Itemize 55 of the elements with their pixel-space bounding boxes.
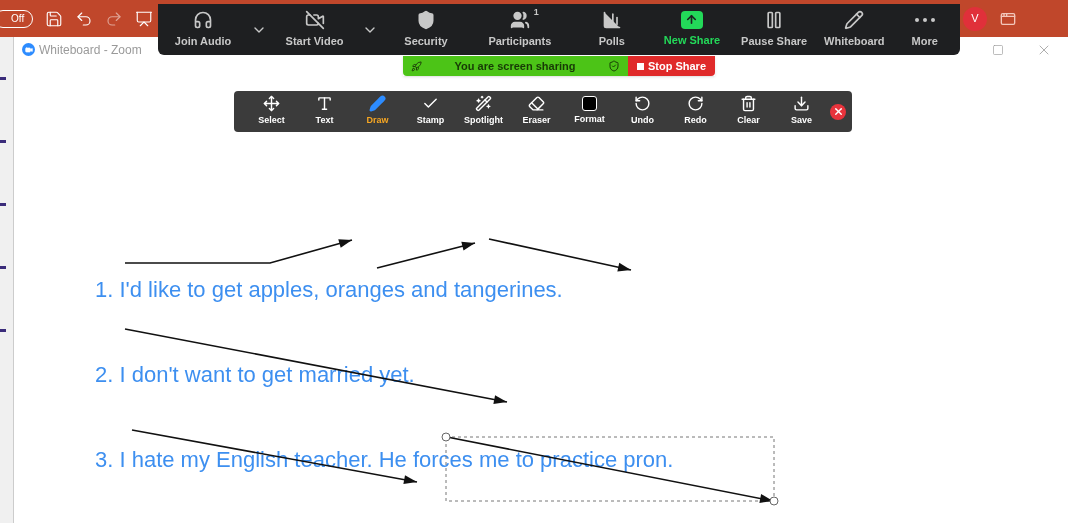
shield-check-icon [608, 60, 620, 72]
more-icon [914, 17, 935, 22]
arrow-up-icon [681, 10, 703, 29]
window-title: Whiteboard - Zoom [39, 41, 142, 59]
rocket-icon [411, 60, 422, 72]
present-icon[interactable] [135, 9, 154, 28]
toolbar-button[interactable]: Security [384, 6, 468, 53]
save-icon[interactable] [45, 9, 64, 28]
toolbar-button[interactable]: Join Audio [162, 6, 245, 53]
trash-icon [740, 95, 757, 113]
annotation-tool[interactable]: Text [298, 92, 351, 131]
annotation-tool[interactable]: Draw [351, 92, 404, 131]
people-icon [509, 9, 530, 30]
headphones-icon [193, 9, 214, 30]
annotation-tool[interactable]: Spotlight [457, 92, 510, 131]
undo-icon [634, 95, 651, 113]
eraser-icon [528, 95, 545, 113]
toolbar-button[interactable]: New Share [650, 6, 734, 53]
window-icon[interactable] [1000, 10, 1016, 27]
whiteboard-text: 2. I don't want to get married yet. [95, 361, 416, 388]
shield-icon [416, 9, 436, 30]
annotation-tool[interactable]: Select [245, 92, 298, 131]
annotation-tool[interactable]: Undo [616, 92, 669, 131]
annotation-tool[interactable]: Redo [669, 92, 722, 131]
pencil-icon [844, 9, 865, 30]
pencil-icon [369, 95, 386, 113]
sharing-message: You are screen sharing [454, 58, 576, 74]
magic-wand-icon [475, 95, 492, 113]
redo-icon [687, 95, 704, 113]
user-avatar[interactable]: V [963, 6, 987, 31]
participant-count: 1 [533, 5, 539, 19]
toolbar-button[interactable]: Polls [572, 6, 651, 53]
move-icon [263, 95, 280, 113]
annotation-tool[interactable]: Stamp [404, 92, 457, 131]
maximize-icon[interactable] [992, 43, 1004, 56]
toolbar-button[interactable]: Start Video [273, 6, 356, 53]
toolbar-button[interactable]: Pause Share [733, 6, 816, 53]
toolbar-button[interactable]: 1 Participants [467, 6, 573, 53]
text-icon [316, 95, 333, 113]
toolbar-button[interactable]: Whiteboard [815, 6, 894, 53]
undo-icon[interactable] [75, 9, 94, 28]
toolbar-button[interactable]: More [893, 6, 956, 53]
format-swatch-icon [582, 96, 597, 112]
video-off-icon [304, 9, 325, 30]
annotation-tool[interactable]: Clear [722, 92, 775, 131]
annotation-tool[interactable]: Eraser [510, 92, 563, 131]
stop-icon [636, 62, 644, 70]
annotation-tool[interactable]: Format [563, 92, 616, 131]
close-annotation-button[interactable] [830, 103, 846, 120]
zoom-logo-icon [22, 43, 35, 56]
download-icon [793, 95, 810, 113]
whiteboard-text: 1. I'd like to get apples, oranges and tangerines. [95, 276, 564, 303]
stop-share-button[interactable]: Stop Share [628, 56, 715, 76]
annotation-tool[interactable]: Save [775, 92, 828, 131]
close-icon [832, 106, 844, 117]
